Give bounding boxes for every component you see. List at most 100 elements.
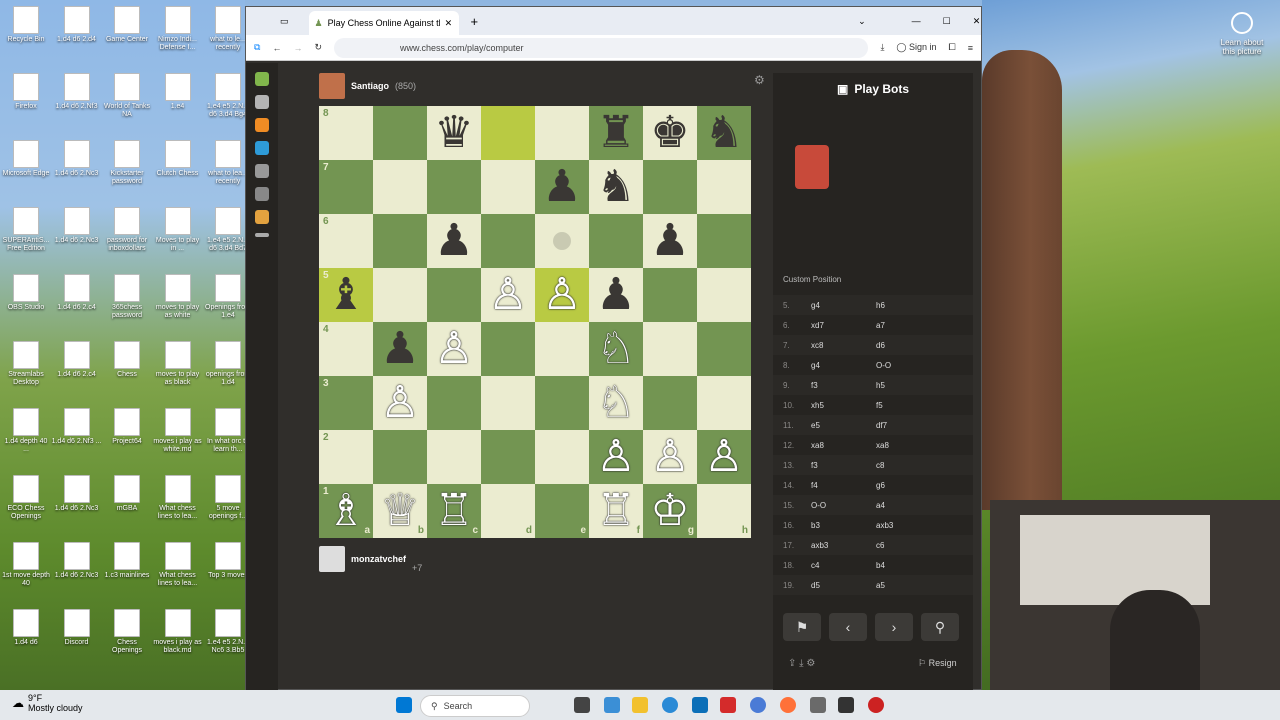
- player-avatar[interactable]: [319, 546, 345, 572]
- square-f4[interactable]: ♘: [589, 322, 643, 376]
- black-move[interactable]: a4: [876, 501, 941, 510]
- taskbar-app-icon[interactable]: [868, 697, 884, 713]
- square-e6[interactable]: [535, 214, 589, 268]
- desktop-icon[interactable]: Microsoft Edge: [1, 140, 51, 178]
- white-move[interactable]: xh5: [811, 401, 876, 410]
- square-b1[interactable]: ♕ b: [373, 484, 427, 538]
- square-d1[interactable]: d: [481, 484, 535, 538]
- square-e4[interactable]: [535, 322, 589, 376]
- square-h8[interactable]: ♞: [697, 106, 751, 160]
- next-move-button[interactable]: ›: [875, 613, 913, 641]
- opponent-avatar[interactable]: [319, 73, 345, 99]
- opponent-name[interactable]: Santiago: [351, 81, 389, 91]
- piece-wK[interactable]: ♔: [650, 489, 689, 533]
- white-move[interactable]: axb3: [811, 541, 876, 550]
- desktop-icon[interactable]: Game Center: [102, 6, 152, 44]
- zoom-icon[interactable]: ⚲: [921, 613, 959, 641]
- square-g6[interactable]: ♟: [643, 214, 697, 268]
- white-move[interactable]: b3: [811, 521, 876, 530]
- desktop-icon[interactable]: Project64: [102, 408, 152, 446]
- square-c2[interactable]: [427, 430, 481, 484]
- puzzles-icon[interactable]: [255, 118, 269, 132]
- square-a6[interactable]: 6: [319, 214, 373, 268]
- black-move[interactable]: O-O: [876, 361, 941, 370]
- square-c4[interactable]: ♙: [427, 322, 481, 376]
- square-f5[interactable]: ♟: [589, 268, 643, 322]
- maximize-button[interactable]: ☐: [943, 16, 951, 27]
- piece-wR[interactable]: ♖: [596, 489, 635, 533]
- taskbar-app-icon[interactable]: [662, 697, 678, 713]
- desktop-icon[interactable]: 1.d4 d6: [1, 609, 51, 647]
- piece-bP[interactable]: ♟: [380, 327, 419, 371]
- reload-button[interactable]: ↻: [314, 42, 322, 53]
- piece-bN[interactable]: ♞: [596, 165, 635, 209]
- square-g3[interactable]: [643, 376, 697, 430]
- white-move[interactable]: c4: [811, 561, 876, 570]
- white-move[interactable]: f3: [811, 381, 876, 390]
- play-icon[interactable]: [255, 95, 269, 109]
- piece-wQ[interactable]: ♕: [380, 489, 419, 533]
- black-move[interactable]: axb3: [876, 521, 941, 530]
- black-move[interactable]: g6: [876, 481, 941, 490]
- piece-wP[interactable]: ♙: [434, 327, 473, 371]
- piece-bP[interactable]: ♟: [596, 273, 635, 317]
- square-g1[interactable]: ♔ g: [643, 484, 697, 538]
- piece-wP[interactable]: ♙: [542, 273, 581, 317]
- black-move[interactable]: d6: [876, 341, 941, 350]
- prev-move-button[interactable]: ‹: [829, 613, 867, 641]
- taskbar-app-icon[interactable]: [810, 697, 826, 713]
- taskbar-app-icon[interactable]: [780, 697, 796, 713]
- square-d6[interactable]: [481, 214, 535, 268]
- square-d5[interactable]: ♙: [481, 268, 535, 322]
- desktop-icon[interactable]: 1.d4 d6 2.c4: [52, 274, 102, 312]
- desktop-icon[interactable]: Recycle Bin: [1, 6, 51, 44]
- black-move[interactable]: h6: [876, 301, 941, 310]
- desktop-icon[interactable]: Nimzo Indi... Defense I...: [153, 6, 203, 52]
- desktop-icon[interactable]: 1.e4: [153, 73, 203, 111]
- resign-button[interactable]: ⚐ Resign: [918, 658, 957, 669]
- square-c1[interactable]: ♖ c: [427, 484, 481, 538]
- square-e5[interactable]: ♙: [535, 268, 589, 322]
- piece-wP[interactable]: ♙: [650, 435, 689, 479]
- square-e2[interactable]: [535, 430, 589, 484]
- taskbar-app-icon[interactable]: [574, 697, 590, 713]
- taskbar-app-icon[interactable]: [720, 697, 736, 713]
- square-d3[interactable]: [481, 376, 535, 430]
- square-a7[interactable]: 7: [319, 160, 373, 214]
- desktop-icon[interactable]: World of Tanks NA: [102, 73, 152, 119]
- learn-icon[interactable]: [255, 141, 269, 155]
- square-e3[interactable]: [535, 376, 589, 430]
- tab-list-icon[interactable]: ⌄: [858, 16, 866, 27]
- piece-wP[interactable]: ♙: [596, 435, 635, 479]
- square-b7[interactable]: [373, 160, 427, 214]
- square-h3[interactable]: [697, 376, 751, 430]
- black-move[interactable]: h5: [876, 381, 941, 390]
- account-icon[interactable]: ◯ Sign in: [896, 42, 936, 53]
- black-move[interactable]: a5: [876, 581, 941, 590]
- desktop-icon[interactable]: moves i play as white.md: [153, 408, 203, 454]
- share-icon[interactable]: ⇪ ⤓ ⚙: [788, 658, 815, 669]
- square-c3[interactable]: [427, 376, 481, 430]
- watch-icon[interactable]: [255, 164, 269, 178]
- white-move[interactable]: xa8: [811, 441, 876, 450]
- square-a3[interactable]: 3: [319, 376, 373, 430]
- chess-logo-icon[interactable]: [255, 72, 269, 86]
- square-f8[interactable]: ♜: [589, 106, 643, 160]
- desktop-icon[interactable]: 1.d4 d6 2.Nc3: [52, 140, 102, 178]
- white-move[interactable]: f4: [811, 481, 876, 490]
- taskbar-app-icon[interactable]: [692, 697, 708, 713]
- desktop-icon[interactable]: Chess: [102, 341, 152, 379]
- piece-wN[interactable]: ♘: [596, 327, 635, 371]
- square-c8[interactable]: ♛: [427, 106, 481, 160]
- desktop-icon[interactable]: password for inboxdollars: [102, 207, 152, 253]
- square-g8[interactable]: ♚: [643, 106, 697, 160]
- square-b4[interactable]: ♟: [373, 322, 427, 376]
- address-bar[interactable]: www.chess.com/play/computer: [333, 37, 869, 58]
- settings-gear-icon[interactable]: ⚙: [754, 73, 765, 87]
- white-move[interactable]: d5: [811, 581, 876, 590]
- desktop-icon[interactable]: 1.d4 depth 40 ...: [1, 408, 51, 454]
- desktop-icon[interactable]: Streamlabs Desktop: [1, 341, 51, 387]
- close-tab-icon[interactable]: ✕: [445, 18, 453, 29]
- square-b2[interactable]: [373, 430, 427, 484]
- square-h2[interactable]: ♙: [697, 430, 751, 484]
